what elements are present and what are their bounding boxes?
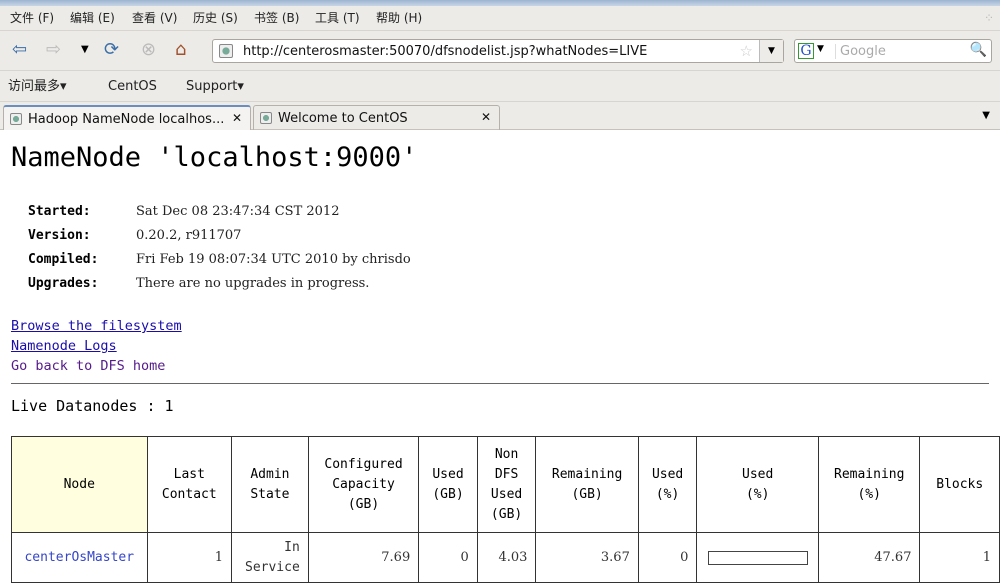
dfs-home-link[interactable]: Go back to DFS home xyxy=(11,358,165,374)
col-used-pct-bar[interactable]: Used (%) xyxy=(696,436,819,533)
tab-welcome-centos[interactable]: Welcome to CentOS ✕ xyxy=(253,105,500,130)
tab-favicon-icon xyxy=(10,113,22,125)
cell-remaining-pct: 47.67 xyxy=(817,532,921,583)
bookmark-star-icon[interactable]: ☆ xyxy=(740,42,753,60)
search-box[interactable]: G ▼ Google 🔍 xyxy=(794,39,992,63)
used-progress-bar xyxy=(707,550,808,565)
tab-label: Hadoop NameNode localhos... xyxy=(28,112,225,127)
page-content: NameNode 'localhost:9000' Started: Sat De… xyxy=(0,130,1000,588)
live-datanodes-heading: Live Datanodes : 1 xyxy=(11,397,174,415)
tab-favicon-icon xyxy=(260,112,272,124)
col-blocks[interactable]: Blocks xyxy=(919,436,1000,533)
url-text[interactable]: http://centerosmaster:50070/dfsnodelist.… xyxy=(243,44,647,59)
info-label: Upgrades: xyxy=(28,276,99,291)
col-admin-state[interactable]: Admin State xyxy=(231,436,309,533)
menu-history[interactable]: 历史 (S) xyxy=(193,11,238,25)
browse-filesystem-link[interactable]: Browse the filesystem xyxy=(11,318,182,334)
info-value: 0.20.2, r911707 xyxy=(136,228,242,243)
menu-view[interactable]: 查看 (V) xyxy=(132,11,177,25)
col-remaining-pct[interactable]: Remaining (%) xyxy=(817,436,921,533)
search-icon[interactable]: 🔍 xyxy=(970,42,987,58)
bookmark-most-visited[interactable]: 访问最多▾ xyxy=(8,79,67,94)
site-favicon-icon xyxy=(219,44,233,58)
col-node[interactable]: Node xyxy=(11,436,148,533)
col-last-contact[interactable]: Last Contact xyxy=(146,436,233,533)
google-engine-icon[interactable]: G xyxy=(798,43,814,59)
bookmarks-toolbar: 访问最多▾ CentOS Support▾ xyxy=(0,71,1000,102)
cell-used: 0 xyxy=(418,532,478,583)
tab-list-dropdown-icon[interactable]: ▼ xyxy=(982,110,990,121)
bookmark-centos[interactable]: CentOS xyxy=(108,79,157,94)
info-value: Fri Feb 19 08:07:34 UTC 2010 by chrisdo xyxy=(136,252,411,267)
table-row: centerOsMaster 1 In Service 7.69 0 4.03 3… xyxy=(11,532,1000,583)
col-non-dfs-used[interactable]: Non DFS Used (GB) xyxy=(476,436,537,533)
cell-remaining: 3.67 xyxy=(535,532,639,583)
info-value: There are no upgrades in progress. xyxy=(136,276,370,291)
url-bar[interactable]: http://centerosmaster:50070/dfsnodelist.… xyxy=(212,39,784,63)
menu-bookmarks[interactable]: 书签 (B) xyxy=(254,11,299,25)
reload-icon[interactable]: ⟳ xyxy=(104,40,119,60)
back-icon[interactable]: ⇦ xyxy=(12,40,27,60)
tab-hadoop-namenode[interactable]: Hadoop NameNode localhos... ✕ xyxy=(3,105,251,130)
cell-last-contact: 1 xyxy=(146,532,233,583)
table-header-row: Node Last Contact Admin State Configured Ca… xyxy=(11,436,1000,533)
col-used-gb[interactable]: Used (GB) xyxy=(418,436,478,533)
throbber-icon: ⁘ xyxy=(983,11,994,25)
menu-tools[interactable]: 工具 (T) xyxy=(315,11,360,25)
home-icon[interactable]: ⌂ xyxy=(175,40,186,60)
col-configured-capacity[interactable]: Configured Capacity (GB) xyxy=(307,436,420,533)
close-tab-icon[interactable]: ✕ xyxy=(232,111,242,125)
namenode-logs-link[interactable]: Namenode Logs xyxy=(11,338,117,354)
divider xyxy=(11,383,989,384)
info-value: Sat Dec 08 23:47:34 CST 2012 xyxy=(136,204,340,219)
info-label: Compiled: xyxy=(28,252,99,267)
cell-capacity: 7.69 xyxy=(307,532,420,583)
tab-label: Welcome to CentOS xyxy=(278,111,408,126)
page-title: NameNode 'localhost:9000' xyxy=(11,142,418,173)
menu-file[interactable]: 文件 (F) xyxy=(10,11,54,25)
cell-admin-state: In Service xyxy=(231,532,309,583)
cell-used-bar xyxy=(696,532,819,583)
cell-non-dfs: 4.03 xyxy=(476,532,537,583)
search-input[interactable]: Google xyxy=(835,44,886,59)
bookmark-support[interactable]: Support▾ xyxy=(186,79,244,94)
info-label: Version: xyxy=(28,228,91,243)
col-used-pct[interactable]: Used (%) xyxy=(637,436,698,533)
stop-icon[interactable]: ⊗ xyxy=(141,40,156,60)
node-link[interactable]: centerOsMaster xyxy=(11,532,148,583)
url-dropdown-icon[interactable]: ▼ xyxy=(759,40,783,62)
menu-edit[interactable]: 编辑 (E) xyxy=(70,11,115,25)
datanodes-table: Node Last Contact Admin State Configured Ca… xyxy=(11,436,1000,583)
history-dropdown-icon[interactable]: ▼ xyxy=(81,40,89,60)
forward-icon[interactable]: ⇨ xyxy=(46,40,61,60)
close-tab-icon[interactable]: ✕ xyxy=(481,110,491,124)
col-remaining-gb[interactable]: Remaining (GB) xyxy=(535,436,639,533)
menu-help[interactable]: 帮助 (H) xyxy=(376,11,422,25)
engine-dropdown-icon[interactable]: ▼ xyxy=(817,44,824,54)
cell-used-pct: 0 xyxy=(637,532,698,583)
cell-blocks: 1 xyxy=(919,532,1000,583)
menu-bar: 文件 (F) 编辑 (E) 查看 (V) 历史 (S) 书签 (B) 工具 (T… xyxy=(0,6,1000,31)
info-label: Started: xyxy=(28,204,91,219)
